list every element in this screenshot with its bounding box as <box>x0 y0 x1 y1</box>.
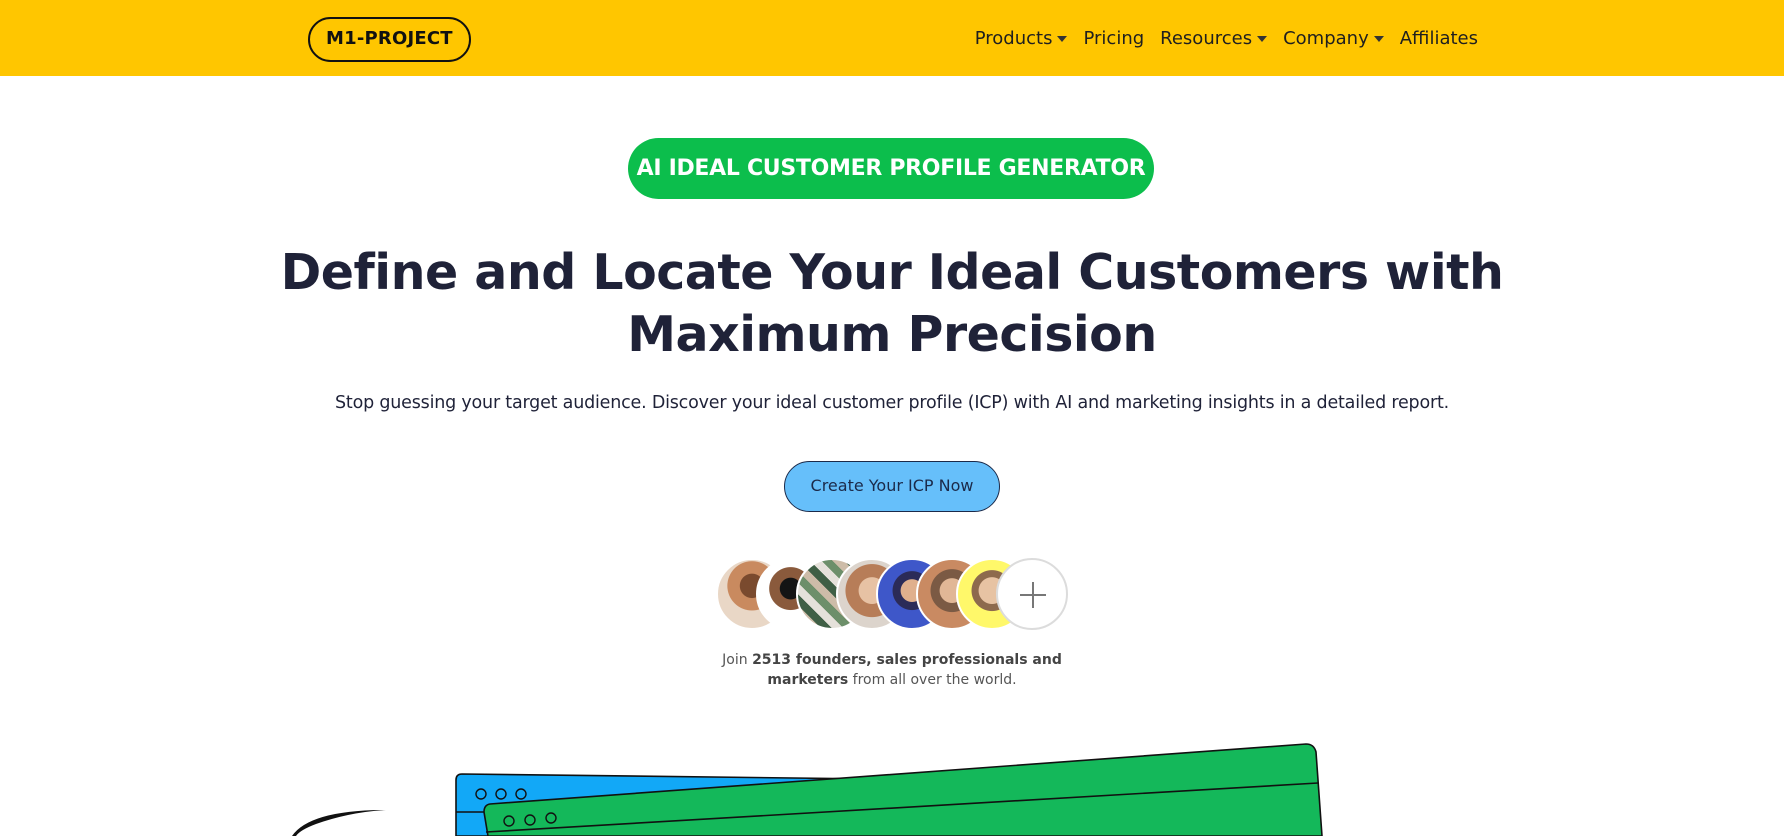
logo[interactable]: M1-PROJECT <box>308 17 471 62</box>
main-nav: Products Pricing Resources Company Affil… <box>975 0 1478 76</box>
nav-company[interactable]: Company <box>1283 28 1384 49</box>
create-icp-button[interactable]: Create Your ICP Now <box>784 461 1000 512</box>
chevron-down-icon <box>1257 36 1268 42</box>
nav-products[interactable]: Products <box>975 28 1068 49</box>
nav-resources[interactable]: Resources <box>1160 27 1268 49</box>
page-title: Define and Locate Your Ideal Customers w… <box>280 244 1504 363</box>
nav-resources-label: Resources <box>1160 27 1253 49</box>
join-suffix: from all over the world. <box>848 672 1017 688</box>
hero-subtitle: Stop guessing your target audience. Disc… <box>335 393 1449 413</box>
hero-illustration <box>292 743 1323 836</box>
avatar-group <box>716 558 1068 630</box>
nav-pricing-label: Pricing <box>1083 27 1145 49</box>
nav-affiliates-label: Affiliates <box>1399 27 1478 49</box>
plus-icon[interactable] <box>996 558 1068 630</box>
top-navigation-bar: M1-PROJECT Products Pricing Resources Co… <box>0 0 1784 76</box>
chevron-down-icon <box>1373 36 1384 42</box>
join-prefix: Join <box>722 652 753 668</box>
hero-badge: AI IDEAL CUSTOMER PROFILE GENERATOR <box>628 138 1154 199</box>
nav-pricing[interactable]: Pricing <box>1083 28 1144 49</box>
nav-company-label: Company <box>1283 27 1369 49</box>
chevron-down-icon <box>1057 36 1068 42</box>
nav-affiliates[interactable]: Affiliates <box>1400 28 1478 49</box>
join-text: Join 2513 founders, sales professionals … <box>692 650 1092 690</box>
nav-products-label: Products <box>974 27 1053 49</box>
